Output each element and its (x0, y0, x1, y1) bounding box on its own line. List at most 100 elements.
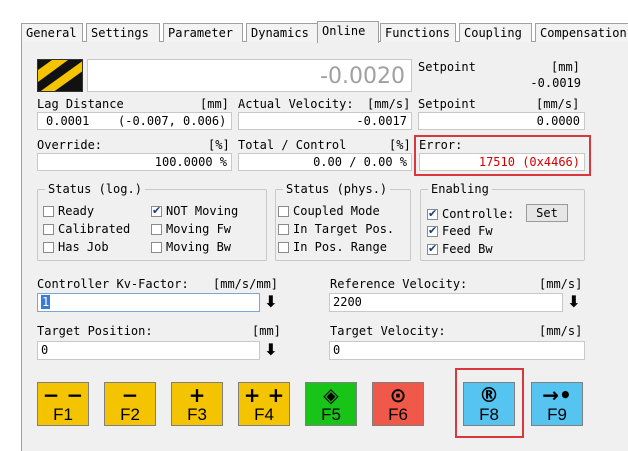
checkbox-moving-fw[interactable]: Moving Fw (151, 222, 231, 236)
f5-start-button[interactable]: ◈ F5 (305, 382, 357, 426)
override-unit: [%] (208, 138, 230, 152)
target-velocity-label: Target Velocity: (330, 324, 446, 338)
stop-circle-icon: ⊙ (389, 383, 407, 407)
setpoint-velocity-value: 0.0000 (536, 114, 580, 128)
tab-label: Online (322, 24, 366, 38)
tab-general[interactable]: General (21, 23, 83, 42)
total-control-unit: [%] (389, 138, 411, 152)
actual-velocity-value: -0.0017 (356, 114, 407, 128)
tab-compensation[interactable]: Compensation (535, 23, 628, 42)
setpoint-position-unit: [mm] (551, 60, 580, 74)
checkbox-box (278, 206, 289, 217)
target-position-input[interactable]: 0 (37, 341, 260, 360)
lag-distance-unit: [mm] (200, 97, 229, 111)
f4-fast-forward-button[interactable]: + + F4 (238, 382, 290, 426)
checkbox-not-moving[interactable]: NOT Moving (151, 204, 238, 218)
total-control-field: 0.00 / 0.00 % (238, 153, 412, 171)
checkbox-box (151, 224, 162, 235)
lag-distance-range: (-0.007, 0.006) (118, 114, 227, 128)
target-position-value: 0 (41, 343, 49, 357)
checkbox-label: NOT Moving (166, 204, 239, 218)
checkbox-label: Feed Bw (442, 242, 493, 256)
actual-velocity-field: -0.0017 (238, 112, 412, 130)
axis-logo-icon (37, 59, 83, 92)
checkbox-controller-enable[interactable]: Controlle: (427, 207, 514, 221)
checkbox-label: Feed Fw (442, 224, 493, 238)
target-velocity-unit: [mm/s] (539, 324, 583, 338)
tab-online[interactable]: Online (317, 21, 379, 43)
tab-parameter[interactable]: Parameter (163, 23, 243, 42)
target-velocity-value: 0 (333, 343, 341, 357)
tab-functions[interactable]: Functions (380, 23, 456, 42)
setpoint-position-field: -0.0019 (418, 75, 585, 93)
checkbox-coupled-mode[interactable]: Coupled Mode (278, 204, 380, 218)
f2-backward-button[interactable]: − F2 (104, 382, 156, 426)
target-position-unit: [mm] (252, 324, 281, 338)
checkbox-in-target-pos[interactable]: In Target Pos. (278, 222, 394, 236)
tab-label: Dynamics (251, 26, 309, 40)
override-field: 100.0000 % (37, 153, 232, 171)
checkbox-ready[interactable]: Ready (43, 204, 94, 218)
f2-label: F2 (120, 405, 140, 424)
f9-move-to-target-button[interactable]: →• F9 (531, 382, 583, 426)
checkbox-in-pos-range[interactable]: In Pos. Range (278, 240, 387, 254)
f6-stop-button[interactable]: ⊙ F6 (372, 382, 424, 426)
checkbox-feed-bw[interactable]: Feed Bw (427, 242, 493, 256)
f3-forward-button[interactable]: + F3 (171, 382, 223, 426)
position-value: -0.0020 (320, 64, 405, 89)
checkbox-box (427, 224, 438, 238)
kv-factor-input[interactable]: 1 (37, 293, 260, 312)
kv-factor-label: Controller Kv-Factor: (37, 277, 189, 291)
double-plus-icon: + + (243, 383, 285, 407)
checkbox-box (427, 242, 438, 256)
minus-icon: − (121, 383, 139, 407)
checkbox-label: Ready (58, 204, 95, 218)
checkbox-box (278, 242, 289, 253)
status-phys-title: Status (phys.) (283, 182, 391, 196)
checkbox-label: Controlle: (442, 207, 515, 221)
tab-dynamics[interactable]: Dynamics (246, 23, 318, 42)
tab-coupling[interactable]: Coupling (459, 23, 532, 42)
checkbox-label: In Target Pos. (293, 222, 395, 236)
reference-velocity-label: Reference Velocity: (330, 277, 468, 291)
reference-velocity-value: 2200 (333, 295, 362, 309)
target-position-apply-arrow-icon[interactable]: ⬇ (262, 340, 280, 360)
arrow-to-target-icon: →• (542, 383, 572, 407)
kv-factor-apply-arrow-icon[interactable]: ⬇ (262, 292, 280, 312)
plus-icon: + (188, 383, 206, 407)
tab-settings[interactable]: Settings (86, 23, 160, 42)
actual-velocity-unit: [mm/s] (367, 97, 411, 111)
tab-label: General (26, 26, 77, 40)
set-button[interactable]: Set (526, 204, 568, 222)
kv-factor-value: 1 (41, 295, 51, 309)
checkbox-feed-fw[interactable]: Feed Fw (427, 224, 493, 238)
override-value: 100.0000 % (154, 155, 227, 169)
lag-distance-value: 0.0001 (46, 114, 90, 128)
target-position-label: Target Position: (37, 324, 153, 338)
enabling-title: Enabling (428, 182, 492, 196)
checkbox-box (427, 207, 438, 221)
checkbox-box (278, 224, 289, 235)
f9-label: F9 (547, 405, 567, 424)
checkbox-label: Moving Bw (166, 240, 232, 254)
override-label: Override: (37, 138, 103, 152)
reference-velocity-apply-arrow-icon[interactable]: ⬇ (565, 292, 583, 312)
reference-velocity-unit: [mm/s] (539, 277, 583, 291)
total-control-value: 0.00 / 0.00 % (313, 155, 407, 169)
checkbox-box (43, 206, 54, 217)
kv-factor-unit: [mm/s/mm] (213, 277, 279, 291)
checkbox-label: Has Job (58, 240, 109, 254)
f1-fast-backward-button[interactable]: − − F1 (37, 382, 89, 426)
f6-label: F6 (388, 405, 408, 424)
target-velocity-input[interactable]: 0 (329, 341, 585, 360)
checkbox-calibrated[interactable]: Calibrated (43, 222, 130, 236)
checkbox-label: Moving Fw (166, 222, 232, 236)
checkbox-box (43, 224, 54, 235)
setpoint-velocity-unit: [mm/s] (536, 97, 580, 111)
checkbox-moving-bw[interactable]: Moving Bw (151, 240, 231, 254)
checkbox-box (151, 242, 162, 253)
lag-distance-field: 0.0001 (-0.007, 0.006) (37, 112, 232, 130)
reference-velocity-input[interactable]: 2200 (329, 293, 563, 312)
checkbox-label: In Pos. Range (293, 240, 387, 254)
checkbox-has-job[interactable]: Has Job (43, 240, 109, 254)
